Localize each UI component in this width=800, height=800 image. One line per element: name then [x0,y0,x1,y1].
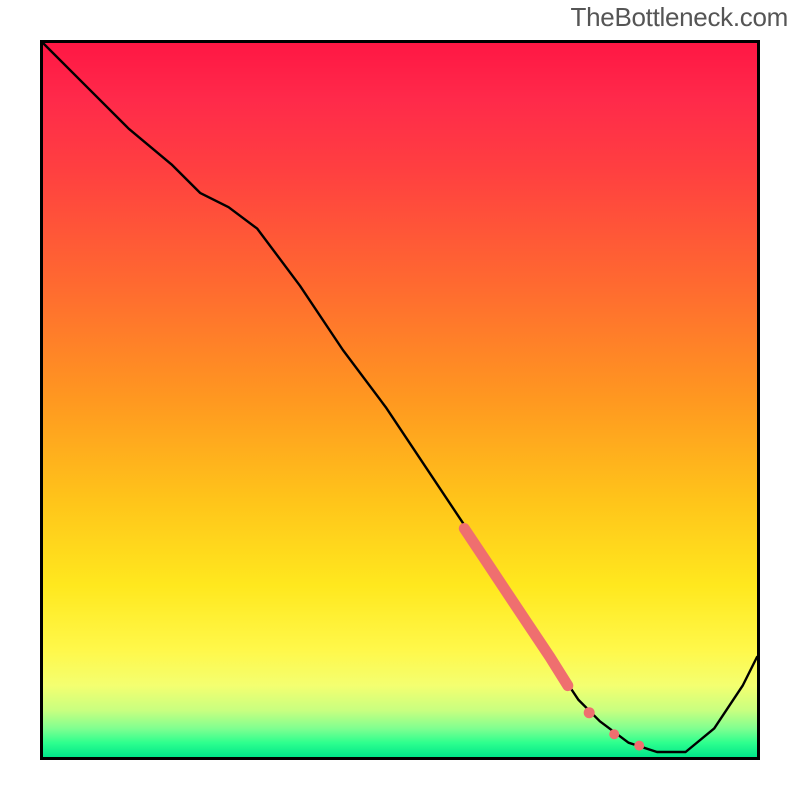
highlight-segment [464,529,568,686]
highlight-dot [584,707,595,718]
highlight-dot [634,741,644,751]
bottleneck-curve-line [43,43,757,752]
plot-frame [40,40,760,760]
curve-layer [43,43,757,757]
watermark-text: TheBottleneck.com [571,2,788,33]
highlight-dot [609,729,619,739]
chart-root: TheBottleneck.com [0,0,800,800]
highlight-dots [584,707,645,750]
